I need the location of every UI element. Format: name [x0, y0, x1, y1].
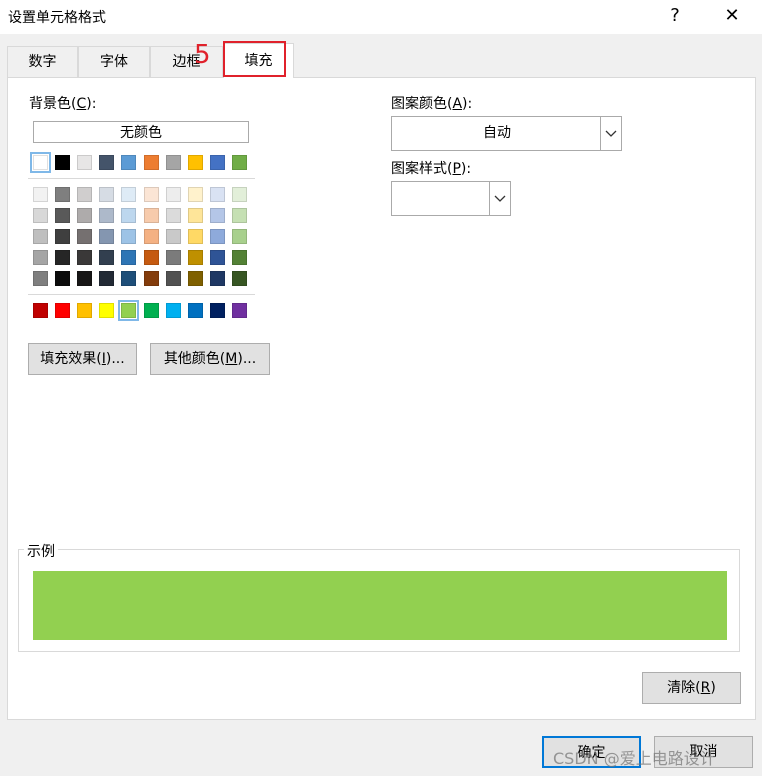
color-swatch[interactable] — [99, 229, 114, 244]
color-swatch[interactable] — [210, 271, 225, 286]
pattern-color-label: 图案颜色(A): — [391, 96, 473, 112]
color-swatch[interactable] — [33, 271, 48, 286]
tab-number[interactable]: 数字 — [7, 46, 78, 77]
color-swatch[interactable] — [99, 271, 114, 286]
color-swatch[interactable] — [55, 271, 70, 286]
color-swatch[interactable] — [188, 187, 203, 202]
color-swatch[interactable] — [166, 250, 181, 265]
color-swatch[interactable] — [210, 208, 225, 223]
color-swatch[interactable] — [166, 271, 181, 286]
color-swatch[interactable] — [210, 229, 225, 244]
color-swatch[interactable] — [55, 187, 70, 202]
tab-font[interactable]: 字体 — [78, 46, 150, 77]
color-swatch[interactable] — [121, 155, 136, 170]
color-swatch[interactable] — [99, 250, 114, 265]
color-swatch[interactable] — [210, 187, 225, 202]
color-swatch[interactable] — [77, 271, 92, 286]
color-swatch[interactable] — [232, 155, 247, 170]
color-swatch[interactable] — [144, 155, 159, 170]
color-swatch[interactable] — [144, 187, 159, 202]
palette-separator-bottom — [28, 294, 255, 295]
color-swatch[interactable] — [188, 271, 203, 286]
standard-color-swatch[interactable] — [99, 303, 114, 318]
color-swatch[interactable] — [210, 250, 225, 265]
sample-label: 示例 — [24, 541, 58, 561]
sample-preview — [33, 571, 727, 640]
color-swatch[interactable] — [166, 187, 181, 202]
standard-color-swatch[interactable] — [118, 300, 139, 321]
tab-highlight-box — [223, 41, 286, 77]
standard-color-swatch[interactable] — [210, 303, 225, 318]
watermark-text: CSDN @爱上电路设计 — [553, 749, 716, 768]
no-color-button[interactable]: 无颜色 — [33, 121, 249, 143]
color-swatch[interactable] — [99, 208, 114, 223]
color-swatch[interactable] — [188, 155, 203, 170]
pattern-style-chevron-down-icon[interactable] — [489, 182, 510, 215]
fill-effects-button[interactable]: 填充效果(I)... — [28, 343, 137, 375]
standard-color-swatch[interactable] — [55, 303, 70, 318]
color-swatch[interactable] — [166, 208, 181, 223]
color-swatch[interactable] — [232, 208, 247, 223]
standard-color-swatch[interactable] — [232, 303, 247, 318]
color-swatch[interactable] — [30, 152, 51, 173]
color-swatch[interactable] — [166, 155, 181, 170]
color-swatch[interactable] — [121, 271, 136, 286]
color-swatch[interactable] — [77, 250, 92, 265]
color-swatch[interactable] — [188, 208, 203, 223]
color-swatch[interactable] — [77, 187, 92, 202]
pattern-color-value: 自动 — [483, 125, 511, 141]
color-swatch[interactable] — [55, 250, 70, 265]
color-swatch[interactable] — [166, 229, 181, 244]
color-swatch[interactable] — [55, 155, 70, 170]
color-swatch[interactable] — [99, 187, 114, 202]
pattern-color-chevron-down-icon[interactable] — [600, 117, 621, 150]
color-swatch[interactable] — [188, 250, 203, 265]
color-swatch[interactable] — [33, 229, 48, 244]
title-bar — [0, 0, 762, 34]
color-swatch[interactable] — [121, 229, 136, 244]
color-swatch[interactable] — [232, 250, 247, 265]
color-swatch[interactable] — [55, 229, 70, 244]
pattern-style-dropdown[interactable] — [391, 181, 511, 216]
color-swatch[interactable] — [144, 250, 159, 265]
color-swatch[interactable] — [77, 208, 92, 223]
palette-separator-top — [28, 178, 255, 179]
color-swatch[interactable] — [144, 208, 159, 223]
color-swatch[interactable] — [232, 229, 247, 244]
color-swatch[interactable] — [55, 208, 70, 223]
color-swatch[interactable] — [77, 229, 92, 244]
color-swatch[interactable] — [121, 187, 136, 202]
color-swatch[interactable] — [33, 187, 48, 202]
color-swatch[interactable] — [121, 250, 136, 265]
standard-color-swatch[interactable] — [144, 303, 159, 318]
pattern-color-dropdown[interactable]: 自动 — [391, 116, 622, 151]
more-colors-button[interactable]: 其他颜色(M)... — [150, 343, 270, 375]
color-swatch[interactable] — [99, 155, 114, 170]
step-annotation: 5 — [194, 40, 211, 70]
standard-color-swatch[interactable] — [188, 303, 203, 318]
color-swatch[interactable] — [210, 155, 225, 170]
color-swatch[interactable] — [33, 208, 48, 223]
standard-color-swatch[interactable] — [77, 303, 92, 318]
tab-border[interactable]: 边框 — [150, 46, 223, 77]
color-swatch[interactable] — [144, 229, 159, 244]
background-color-label: 背景色(C): — [29, 96, 97, 112]
color-swatch[interactable] — [121, 208, 136, 223]
close-button[interactable]: ✕ — [712, 0, 752, 32]
color-swatch[interactable] — [232, 187, 247, 202]
color-swatch[interactable] — [33, 250, 48, 265]
standard-color-swatch[interactable] — [33, 303, 48, 318]
color-swatch[interactable] — [144, 271, 159, 286]
pattern-style-value — [392, 182, 491, 215]
help-button[interactable]: ? — [655, 0, 695, 32]
clear-button[interactable]: 清除(R) — [642, 672, 741, 704]
standard-color-swatch[interactable] — [166, 303, 181, 318]
dialog-title: 设置单元格格式 — [8, 10, 106, 26]
color-swatch[interactable] — [232, 271, 247, 286]
color-swatch[interactable] — [77, 155, 92, 170]
pattern-style-label: 图案样式(P): — [391, 161, 472, 177]
color-swatch[interactable] — [188, 229, 203, 244]
